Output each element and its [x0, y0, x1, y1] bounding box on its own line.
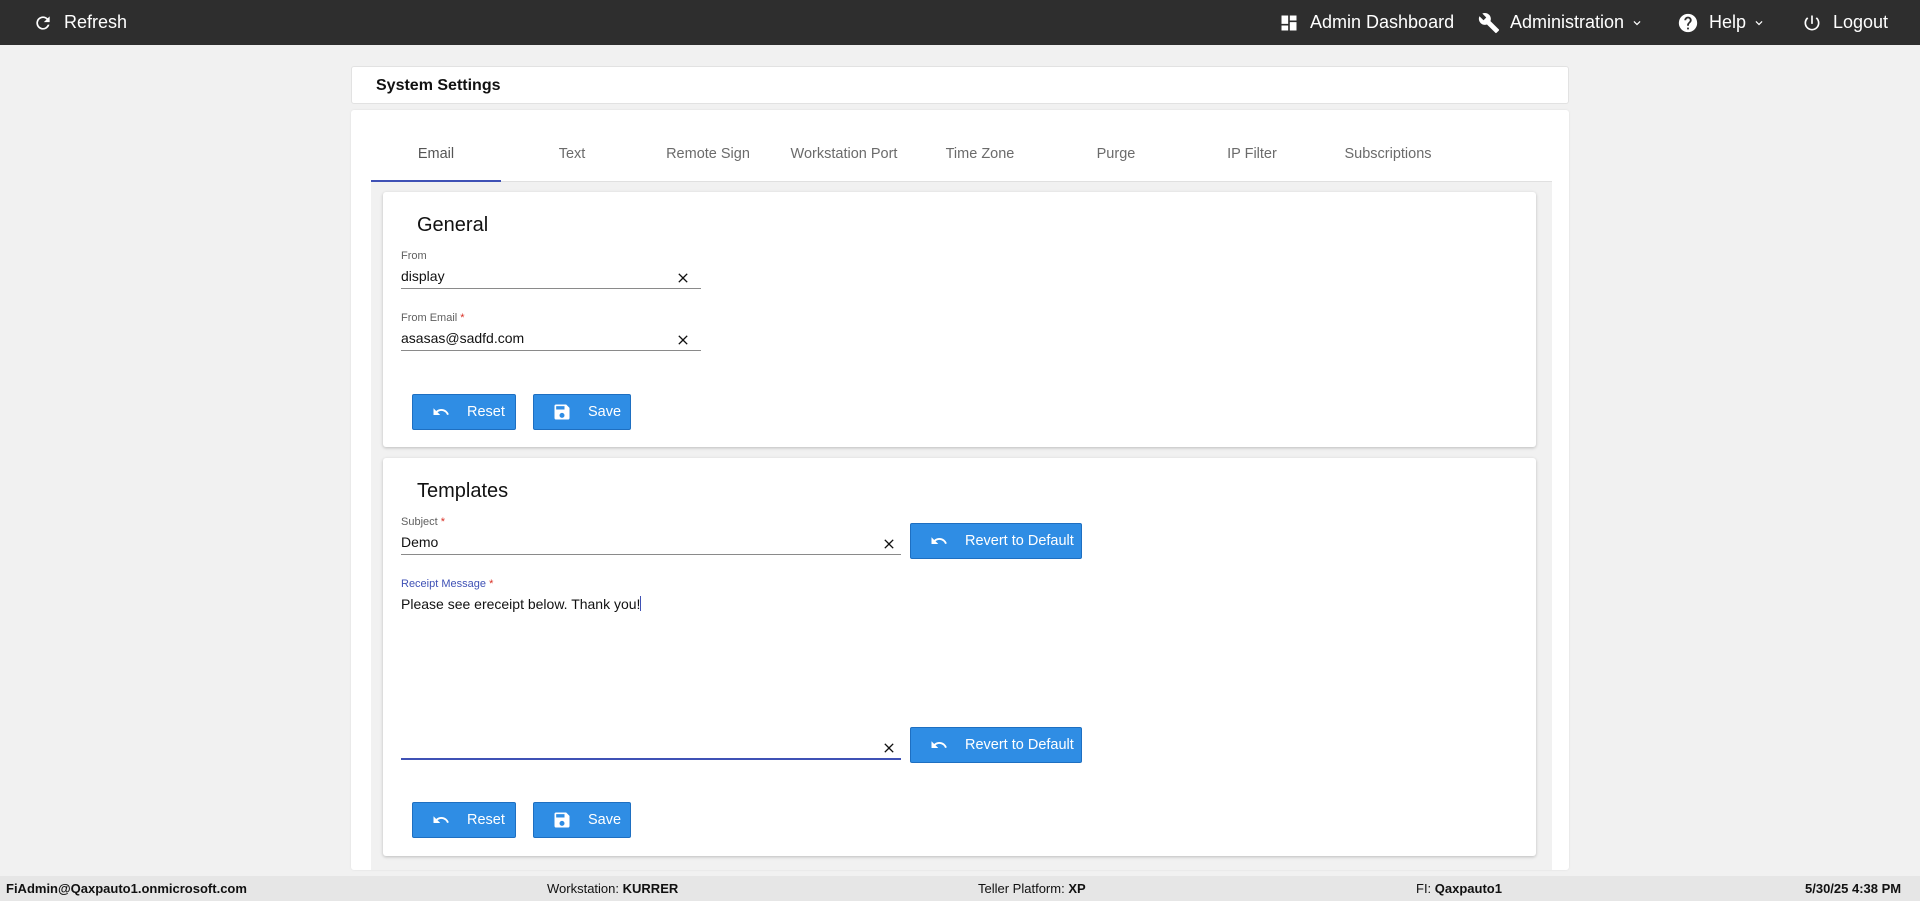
status-bar: FiAdmin@Qaxpauto1.onmicrosoft.com Workst…	[0, 876, 1920, 901]
from-field[interactable]: From display	[401, 250, 701, 290]
workstation-info: Workstation: KURRER	[547, 881, 679, 896]
tab-remote-sign[interactable]: Remote Sign	[643, 136, 773, 182]
subject-value: Demo	[401, 534, 439, 550]
tab-time-zone[interactable]: Time Zone	[915, 136, 1045, 182]
page-header: System Settings	[351, 66, 1569, 104]
receipt-message-underline	[401, 758, 901, 760]
refresh-button[interactable]: Refresh	[32, 0, 127, 45]
revert-subject-button[interactable]: Revert to Default	[910, 523, 1082, 559]
tab-text[interactable]: Text	[507, 136, 637, 182]
tab-subscriptions[interactable]: Subscriptions	[1323, 136, 1453, 182]
from-email-field[interactable]: From Email * asasas@sadfd.com	[401, 312, 701, 352]
save-button[interactable]: Save	[533, 802, 631, 838]
help-menu[interactable]: Help	[1677, 0, 1766, 45]
settings-tabs: Email Text Remote Sign Workstation Port …	[371, 136, 1552, 182]
chevron-down-icon	[1755, 20, 1763, 25]
page-title: System Settings	[376, 77, 501, 94]
receipt-message-value: Please see ereceipt below. Thank you!	[401, 596, 642, 612]
subject-field[interactable]: Subject * Demo	[401, 516, 901, 556]
subject-underline	[401, 554, 901, 555]
clear-icon[interactable]	[881, 740, 897, 756]
logout-label: Logout	[1833, 12, 1889, 32]
help-circle-icon	[1677, 12, 1699, 34]
from-underline	[401, 288, 701, 289]
save-button[interactable]: Save	[533, 394, 631, 430]
datetime: 5/30/25 4:38 PM	[1805, 881, 1902, 896]
general-section: General From display From Email * asasas…	[383, 192, 1536, 447]
undo-icon	[927, 531, 951, 551]
subject-label: Subject *	[401, 516, 446, 528]
reset-label: Reset	[467, 812, 505, 828]
from-value: display	[401, 268, 445, 284]
undo-icon	[927, 735, 951, 755]
receipt-message-field[interactable]: Receipt Message * Please see ereceipt be…	[401, 578, 901, 760]
chevron-down-icon	[1633, 20, 1641, 25]
help-label: Help	[1709, 12, 1747, 32]
from-label: From	[401, 250, 427, 262]
administration-menu[interactable]: Administration	[1478, 0, 1644, 45]
tab-purge[interactable]: Purge	[1051, 136, 1181, 182]
reset-button[interactable]: Reset	[412, 394, 516, 430]
revert-message-button[interactable]: Revert to Default	[910, 727, 1082, 763]
floppy-disk-icon	[550, 810, 574, 830]
section-title: Templates	[417, 480, 509, 502]
revert-label: Revert to Default	[965, 737, 1074, 753]
power-icon	[1801, 12, 1823, 34]
top-nav-bar: Refresh Admin Dashboard Administration H…	[0, 0, 1920, 45]
from-email-underline	[401, 350, 701, 351]
section-title: General	[417, 214, 489, 236]
reset-label: Reset	[467, 404, 505, 420]
clear-icon[interactable]	[881, 536, 897, 552]
wrench-icon	[1478, 12, 1500, 34]
tab-workstation-port[interactable]: Workstation Port	[779, 136, 909, 182]
clear-icon[interactable]	[675, 270, 691, 286]
teller-platform-info: Teller Platform: XP	[978, 881, 1086, 896]
tab-ip-filter[interactable]: IP Filter	[1187, 136, 1317, 182]
dashboard-icon	[1278, 12, 1300, 34]
tab-email[interactable]: Email	[371, 136, 501, 182]
admin-dashboard-link[interactable]: Admin Dashboard	[1278, 0, 1454, 45]
revert-label: Revert to Default	[965, 533, 1074, 549]
current-user: FiAdmin@Qaxpauto1.onmicrosoft.com	[6, 881, 247, 896]
from-email-label: From Email *	[401, 312, 465, 324]
templates-section: Templates Subject * Demo Revert to Defau…	[383, 458, 1536, 856]
floppy-disk-icon	[550, 402, 574, 422]
from-email-value: asasas@sadfd.com	[401, 330, 525, 346]
text-caret	[640, 596, 642, 611]
refresh-label: Refresh	[64, 12, 128, 32]
administration-label: Administration	[1510, 12, 1625, 32]
receipt-message-label: Receipt Message *	[401, 578, 494, 590]
reset-button[interactable]: Reset	[412, 802, 516, 838]
save-label: Save	[588, 404, 622, 420]
fi-info: FI: Qaxpauto1	[1416, 881, 1502, 896]
refresh-icon	[32, 12, 54, 34]
undo-icon	[429, 810, 453, 830]
logout-button[interactable]: Logout	[1801, 0, 1888, 45]
clear-icon[interactable]	[675, 332, 691, 348]
admin-dashboard-label: Admin Dashboard	[1310, 12, 1455, 32]
save-label: Save	[588, 812, 622, 828]
undo-icon	[429, 402, 453, 422]
